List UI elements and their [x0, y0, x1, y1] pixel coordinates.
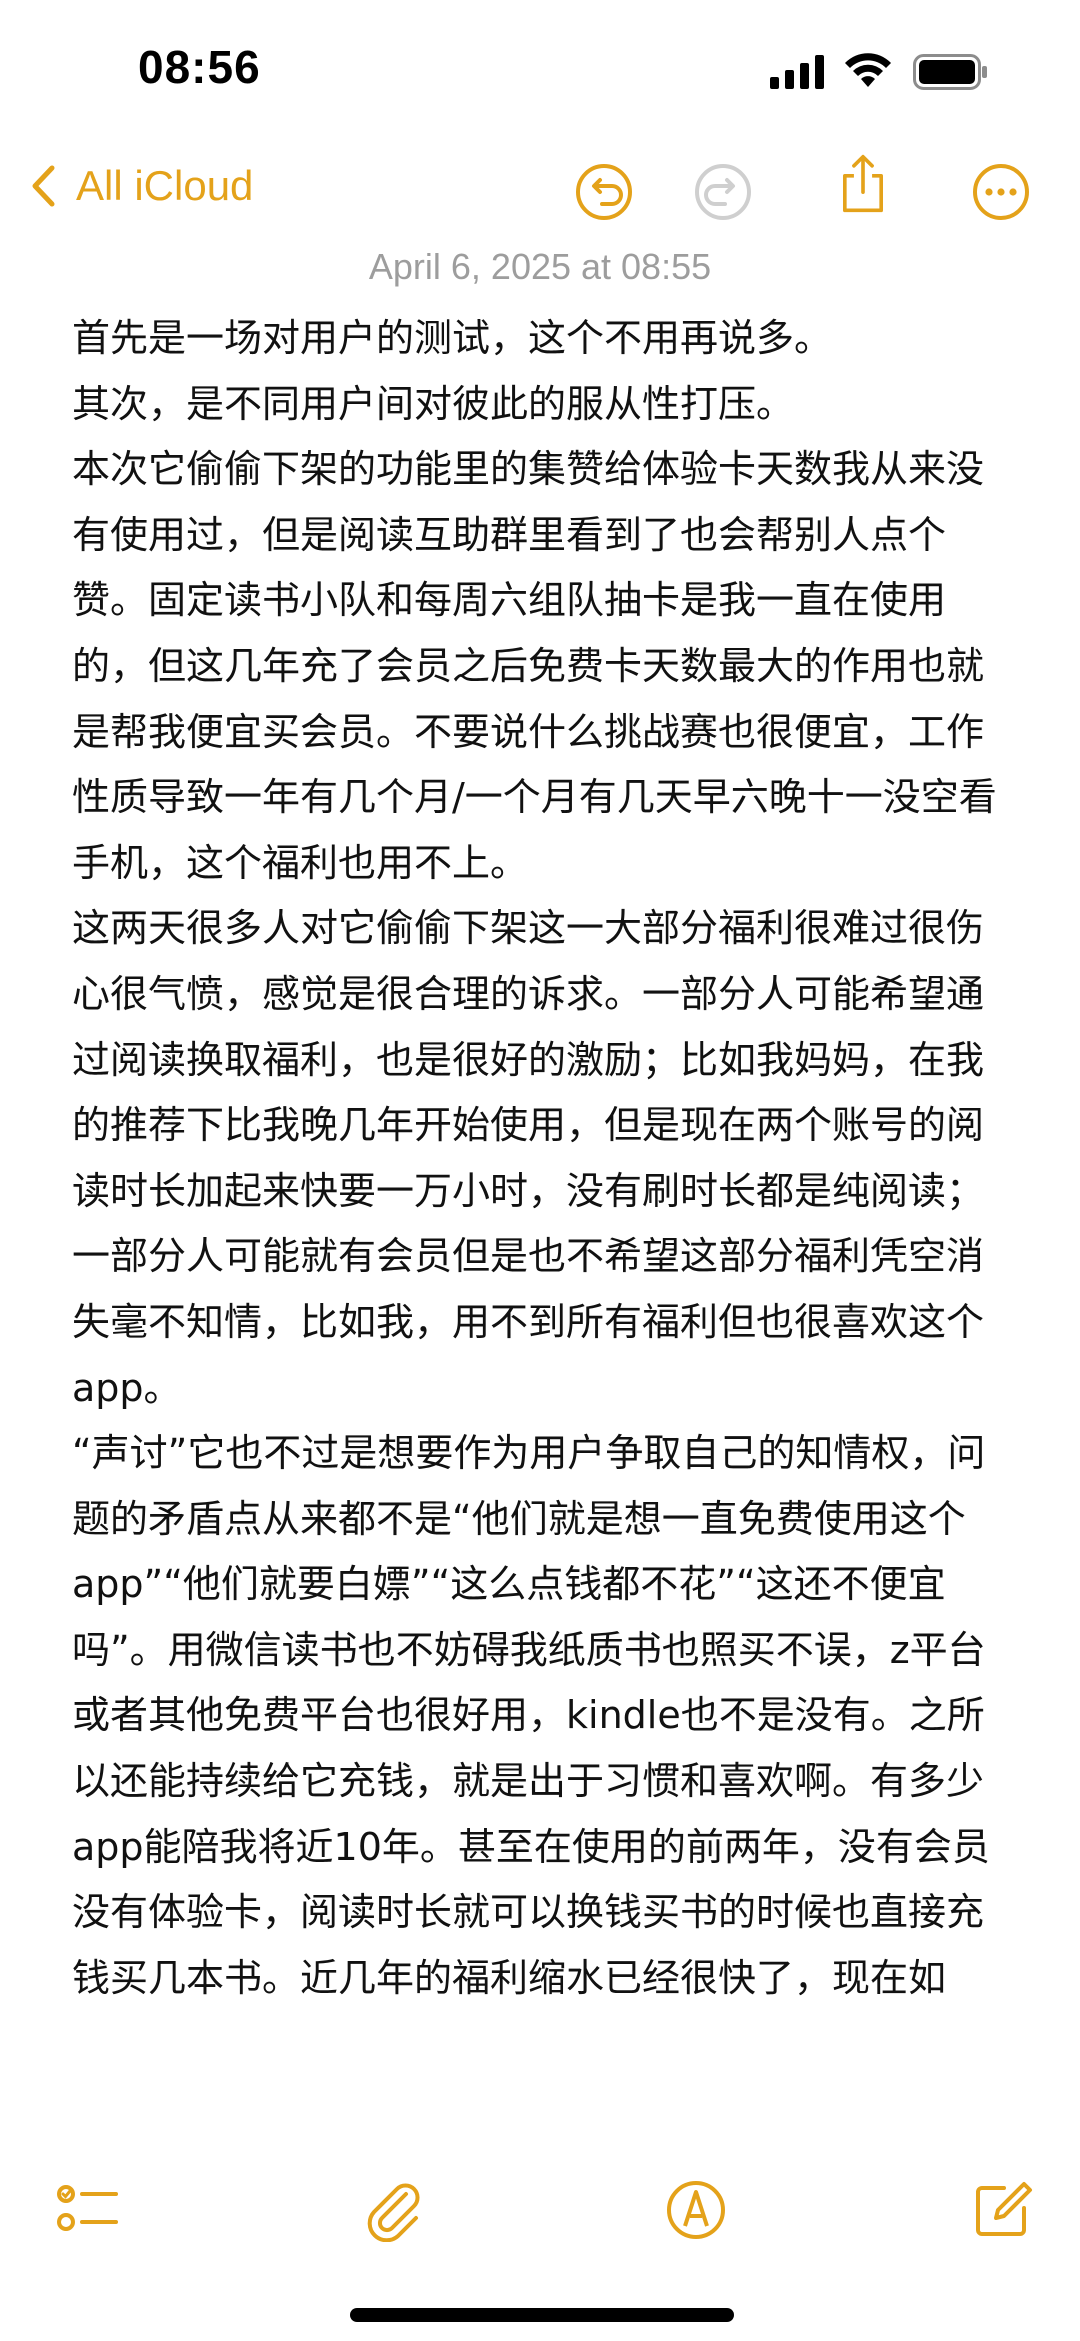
markup-icon[interactable] [664, 2178, 728, 2242]
back-label: All iCloud [76, 162, 254, 209]
wifi-icon [845, 53, 891, 87]
undo-icon[interactable] [574, 162, 634, 222]
note-paragraph: 其次，是不同用户间对彼此的服从性打压。 [72, 381, 795, 426]
note-paragraph: 首先是一场对用户的测试，这个不用再说多。 [72, 316, 833, 360]
more-icon[interactable] [971, 162, 1031, 222]
cellular-signal-icon [770, 55, 824, 89]
status-time: 08:56 [138, 41, 261, 93]
home-indicator[interactable] [350, 2308, 734, 2322]
bottom-toolbar [0, 2160, 1080, 2260]
note-paragraph: “声讨”它也不过是想要作为用户争取自己的知情权，问题的矛盾点从来都不是“他们就是… [72, 1431, 990, 2000]
battery-icon [913, 54, 987, 90]
note-date: April 6, 2025 at 08:55 [368, 246, 712, 287]
back-button[interactable]: All iCloud [30, 162, 253, 210]
chevron-left-icon [32, 165, 55, 207]
redo-icon[interactable] [693, 162, 753, 222]
attachment-icon[interactable] [362, 2178, 426, 2242]
nav-bar: All iCloud [0, 150, 1080, 240]
note-paragraph: 这两天很多人对它偷偷下架这一大部分福利很难过很伤心很气愤，感觉是很合理的诉求。一… [72, 906, 985, 1410]
checklist-icon[interactable] [56, 2178, 120, 2242]
note-paragraph: 本次它偷偷下架的功能里的集赞给体验卡天数我从来没有使用过，但是阅读互助群里看到了… [72, 447, 997, 885]
note-body[interactable]: 首先是一场对用户的测试，这个不用再说多。 其次，是不同用户间对彼此的服从性打压。… [72, 306, 1012, 2146]
compose-icon[interactable] [970, 2178, 1034, 2242]
status-bar: 08:56 [0, 0, 1080, 140]
share-icon[interactable] [833, 154, 893, 214]
